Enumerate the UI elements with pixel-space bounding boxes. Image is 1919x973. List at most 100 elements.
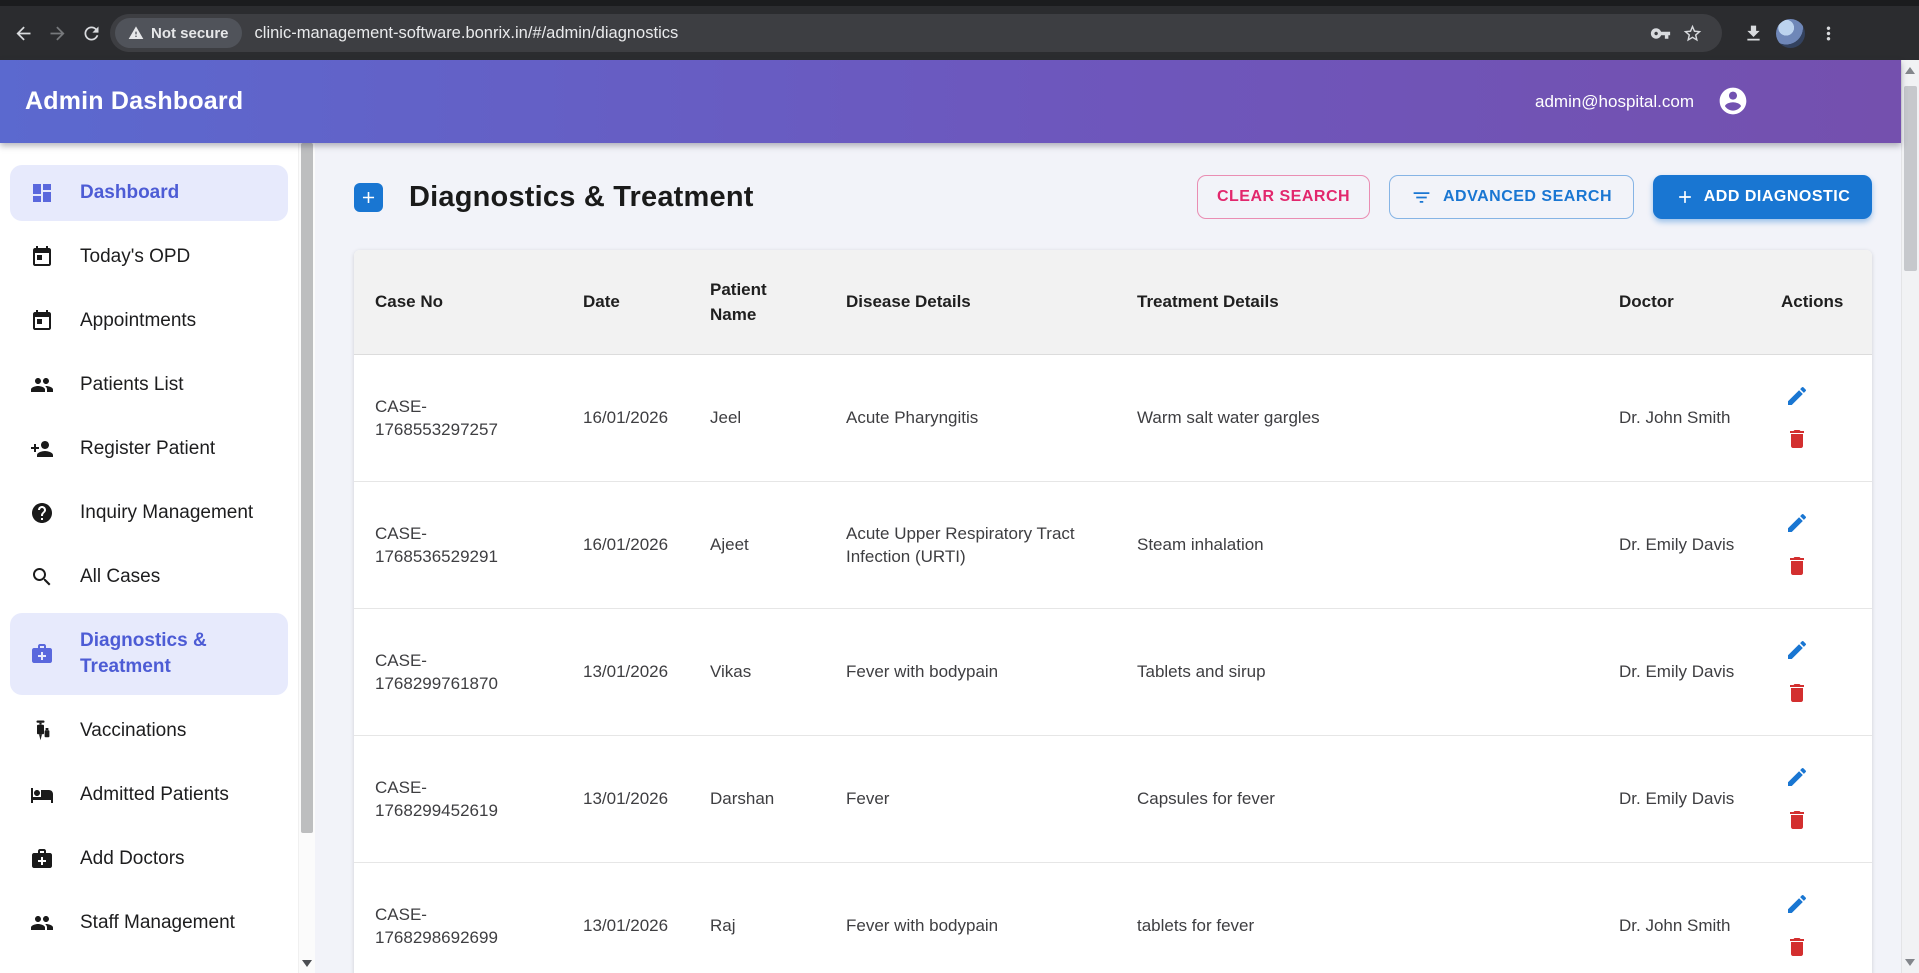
sidebar-item-register-patient[interactable]: Register Patient	[10, 421, 288, 477]
cell-doctor: Dr. Emily Davis	[1598, 608, 1760, 735]
warning-icon	[128, 25, 144, 41]
sidebar-item-diagnostics-treatment[interactable]: Diagnostics & Treatment	[10, 613, 288, 695]
browser-back-button[interactable]	[6, 16, 40, 50]
url-text: clinic-management-software.bonrix.in/#/a…	[255, 24, 679, 43]
cell-disease: Fever with bodypain	[825, 862, 1116, 973]
vaccine-icon	[30, 719, 54, 743]
password-key-button[interactable]	[1644, 17, 1676, 49]
screen: Not secure clinic-management-software.bo…	[0, 0, 1919, 973]
cell-doctor: Dr. John Smith	[1598, 862, 1760, 973]
cell-case-no: CASE-1768299452619	[354, 735, 562, 862]
cell-case-no: CASE-1768298692699	[354, 862, 562, 973]
delete-button[interactable]	[1784, 807, 1810, 833]
browser-menu-button[interactable]	[1811, 16, 1845, 50]
sidebar-item-admitted-patients[interactable]: Admitted Patients	[10, 767, 288, 823]
cell-date: 13/01/2026	[562, 862, 689, 973]
sidebar-scrollbar[interactable]	[298, 143, 315, 973]
search-icon	[30, 565, 54, 589]
app-header: Admin Dashboard admin@hospital.com	[0, 60, 1901, 143]
medical-bag-icon	[30, 642, 54, 666]
sidebar-item-all-cases[interactable]: All Cases	[10, 549, 288, 605]
table-row: CASE-176829869269913/01/2026RajFever wit…	[354, 862, 1872, 973]
delete-icon	[1785, 681, 1809, 705]
page-scroll-down-icon[interactable]	[1905, 959, 1915, 966]
delete-button[interactable]	[1784, 426, 1810, 452]
people-icon	[30, 911, 54, 935]
browser-reload-button[interactable]	[74, 16, 108, 50]
security-chip[interactable]: Not secure	[115, 18, 242, 48]
edit-button[interactable]	[1784, 891, 1810, 917]
reload-icon	[81, 23, 102, 44]
edit-button[interactable]	[1784, 637, 1810, 663]
sidebar-item-staff-management[interactable]: Staff Management	[10, 895, 288, 951]
clear-search-button[interactable]: CLEAR SEARCH	[1197, 175, 1370, 219]
address-bar[interactable]: Not secure clinic-management-software.bo…	[110, 14, 1722, 52]
cell-actions	[1760, 862, 1872, 973]
table-header-row: Case NoDatePatient NameDisease DetailsTr…	[354, 250, 1872, 354]
column-header-doctor: Doctor	[1598, 250, 1760, 354]
sidebar-item-vaccinations[interactable]: Vaccinations	[10, 703, 288, 759]
sidebar-item-add-doctors[interactable]: Add Doctors	[10, 831, 288, 887]
diagnostics-table: Case NoDatePatient NameDisease DetailsTr…	[354, 250, 1872, 973]
browser-chrome: Not secure clinic-management-software.bo…	[0, 0, 1919, 60]
browser-toolbar: Not secure clinic-management-software.bo…	[0, 6, 1919, 60]
delete-button[interactable]	[1784, 553, 1810, 579]
bed-icon	[30, 783, 54, 807]
cell-patient: Darshan	[689, 735, 825, 862]
edit-button[interactable]	[1784, 764, 1810, 790]
bookmark-star-button[interactable]	[1676, 17, 1708, 49]
edit-icon	[1785, 892, 1809, 916]
edit-button[interactable]	[1784, 383, 1810, 409]
cell-treatment: Steam inhalation	[1116, 481, 1598, 608]
table-row: CASE-176829945261913/01/2026DarshanFever…	[354, 735, 1872, 862]
star-icon	[1682, 23, 1703, 44]
calendar-icon	[30, 309, 54, 333]
delete-button[interactable]	[1784, 680, 1810, 706]
column-header-actions: Actions	[1760, 250, 1872, 354]
page-scroll-up-icon[interactable]	[1905, 67, 1915, 74]
browser-profile-avatar[interactable]	[1776, 19, 1805, 48]
cell-doctor: Dr. John Smith	[1598, 354, 1760, 481]
cell-doctor: Dr. Emily Davis	[1598, 735, 1760, 862]
sidebar-item-today-s-opd[interactable]: Today's OPD	[10, 229, 288, 285]
edit-icon	[1785, 511, 1809, 535]
sidebar-item-inquiry-management[interactable]: Inquiry Management	[10, 485, 288, 541]
account-menu-button[interactable]	[1716, 85, 1750, 119]
column-header-treatment-details: Treatment Details	[1116, 250, 1598, 354]
cell-actions	[1760, 481, 1872, 608]
downloads-button[interactable]	[1736, 16, 1770, 50]
advanced-search-button[interactable]: ADVANCED SEARCH	[1389, 175, 1634, 219]
user-email: admin@hospital.com	[1535, 92, 1694, 112]
cell-actions	[1760, 735, 1872, 862]
cell-doctor: Dr. Emily Davis	[1598, 481, 1760, 608]
table-row: CASE-176855329725716/01/2026JeelAcute Ph…	[354, 354, 1872, 481]
medical-bag-icon	[30, 847, 54, 871]
page-scrollbar[interactable]	[1901, 60, 1919, 973]
page-scrollbar-thumb[interactable]	[1904, 86, 1917, 271]
edit-button[interactable]	[1784, 510, 1810, 536]
cell-disease: Fever	[825, 735, 1116, 862]
delete-button[interactable]	[1784, 934, 1810, 960]
filter-icon	[1411, 187, 1432, 208]
plus-icon	[1675, 187, 1695, 207]
security-label: Not secure	[151, 25, 229, 42]
back-arrow-icon	[13, 23, 34, 44]
dashboard-icon	[30, 181, 54, 205]
delete-icon	[1785, 554, 1809, 578]
column-header-patient-name: Patient Name	[689, 250, 825, 354]
cell-disease: Fever with bodypain	[825, 608, 1116, 735]
more-vert-icon	[1818, 23, 1839, 44]
table-row: CASE-176829976187013/01/2026VikasFever w…	[354, 608, 1872, 735]
toolbar-right	[1736, 16, 1845, 50]
sidebar-scroll-down-icon[interactable]	[302, 960, 312, 967]
medical-plus-icon	[354, 183, 383, 212]
add-diagnostic-button[interactable]: ADD DIAGNOSTIC	[1653, 175, 1872, 219]
sidebar-item-patients-list[interactable]: Patients List	[10, 357, 288, 413]
browser-forward-button[interactable]	[40, 16, 74, 50]
sidebar-item-dashboard[interactable]: Dashboard	[10, 165, 288, 221]
cell-patient: Ajeet	[689, 481, 825, 608]
download-icon	[1743, 23, 1764, 44]
sidebar-item-appointments[interactable]: Appointments	[10, 293, 288, 349]
cell-disease: Acute Upper Respiratory Tract Infection …	[825, 481, 1116, 608]
sidebar-scrollbar-thumb[interactable]	[301, 143, 313, 833]
